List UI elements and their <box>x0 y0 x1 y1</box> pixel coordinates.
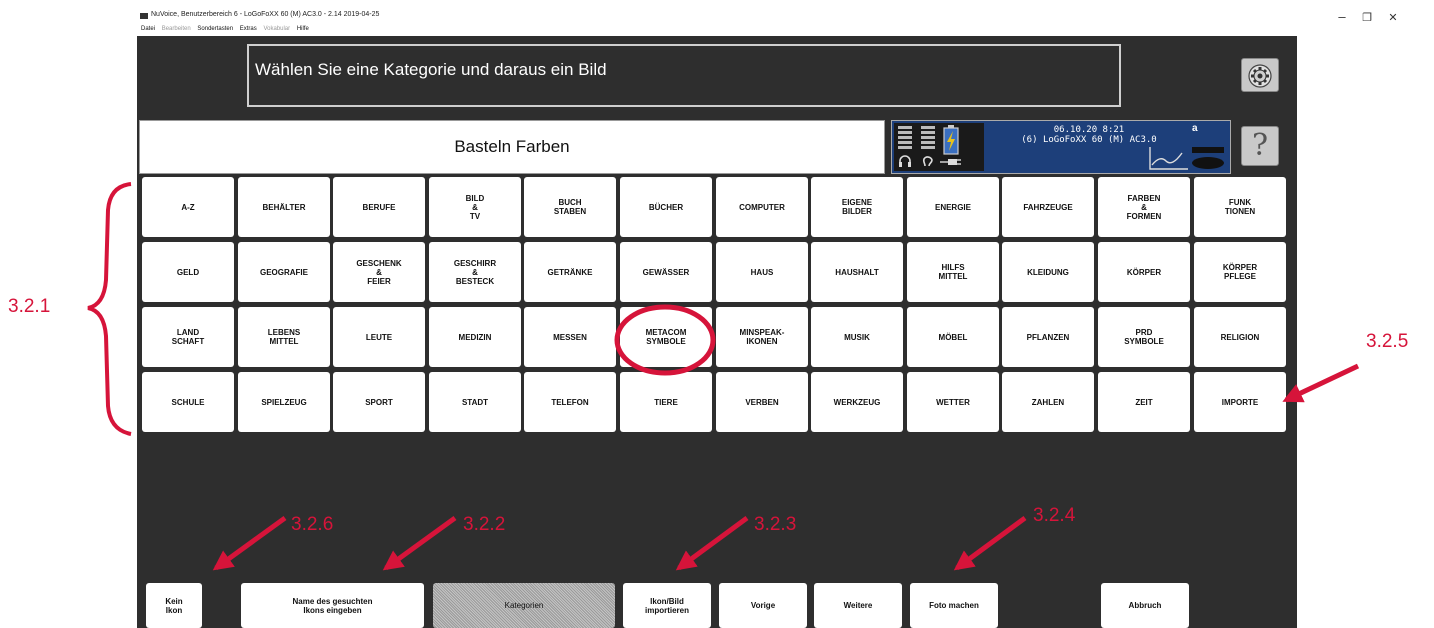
category-tile-bücher[interactable]: BÜCHER <box>620 177 712 237</box>
categories-button[interactable]: Kategorien <box>433 583 615 628</box>
help-button[interactable]: ? <box>1241 126 1279 166</box>
category-tile-schule[interactable]: SCHULE <box>142 372 234 432</box>
power-plug-icon <box>940 159 961 165</box>
category-tile-hilfs-mittel[interactable]: HILFS MITTEL <box>907 242 999 302</box>
status-icons <box>894 123 984 171</box>
category-title: Basteln Farben <box>139 120 885 174</box>
battery-icon <box>943 125 959 155</box>
brace-3-2-1 <box>87 182 132 436</box>
annotation-3-2-6: 3.2.6 <box>291 514 334 535</box>
category-tile-körper[interactable]: KÖRPER <box>1098 242 1190 302</box>
category-tile-spielzeug[interactable]: SPIELZEUG <box>238 372 330 432</box>
take-photo-button[interactable]: Foto machen <box>910 583 998 628</box>
next-button[interactable]: Weitere <box>814 583 902 628</box>
import-icon-button[interactable]: Ikon/Bild importieren <box>623 583 711 628</box>
category-tile-religion[interactable]: RELIGION <box>1194 307 1286 367</box>
category-tile-sport[interactable]: SPORT <box>333 372 425 432</box>
category-tile-berufe[interactable]: BERUFE <box>333 177 425 237</box>
gear-icon <box>1248 64 1272 88</box>
category-tile-musik[interactable]: MUSIK <box>811 307 903 367</box>
category-tile-eigene-bilder[interactable]: EIGENE BILDER <box>811 177 903 237</box>
category-tile-computer[interactable]: COMPUTER <box>716 177 808 237</box>
annotation-3-2-4: 3.2.4 <box>1033 505 1076 526</box>
settings-button[interactable] <box>1241 58 1279 92</box>
category-tile-gewässer[interactable]: GEWÄSSER <box>620 242 712 302</box>
speech-graph-icon <box>1149 147 1224 170</box>
menu-bar: Datei Bearbeiten Sondertasten Extras Vok… <box>141 26 314 32</box>
category-tile-lebens-mittel[interactable]: LEBENS MITTEL <box>238 307 330 367</box>
category-tile-metacom-symbole[interactable]: METACOM SYMBOLE <box>620 307 712 367</box>
category-tile-kleidung[interactable]: KLEIDUNG <box>1002 242 1094 302</box>
category-tile-haushalt[interactable]: HAUSHALT <box>811 242 903 302</box>
status-device: (6) LoGoFoXX 60 (M) AC3.0 <box>1021 135 1157 145</box>
menu-bearbeiten[interactable]: Bearbeiten <box>162 26 191 32</box>
previous-button[interactable]: Vorige <box>719 583 807 628</box>
category-tile-farben-formen[interactable]: FARBEN & FORMEN <box>1098 177 1190 237</box>
volume-bar-speaker <box>921 126 935 151</box>
volume-bar-headphones <box>898 126 912 151</box>
ear-icon <box>922 156 933 167</box>
category-tile-fahrzeuge[interactable]: FAHRZEUGE <box>1002 177 1094 237</box>
category-tile-körper-pflege[interactable]: KÖRPER PFLEGE <box>1194 242 1286 302</box>
menu-datei[interactable]: Datei <box>141 26 155 32</box>
category-tile-getränke[interactable]: GETRÄNKE <box>524 242 616 302</box>
status-datetime: 06.10.20 8:21 <box>1053 125 1125 135</box>
category-tile-wetter[interactable]: WETTER <box>907 372 999 432</box>
category-tile-bild-tv[interactable]: BILD & TV <box>429 177 521 237</box>
category-tile-prd-symbole[interactable]: PRD SYMBOLE <box>1098 307 1190 367</box>
category-tile-telefon[interactable]: TELEFON <box>524 372 616 432</box>
category-tile-medizin[interactable]: MEDIZIN <box>429 307 521 367</box>
category-tile-minspeak-ikonen[interactable]: MINSPEAK- IKONEN <box>716 307 808 367</box>
category-tile-importe[interactable]: IMPORTE <box>1194 372 1286 432</box>
menu-sondertasten[interactable]: Sondertasten <box>197 26 233 32</box>
instruction-text: Wählen Sie eine Kategorie und daraus ein… <box>247 44 1121 107</box>
window-title: NuVoice, Benutzerbereich 6 - LoGoFoXX 60… <box>151 11 380 18</box>
app-icon <box>140 13 148 19</box>
headphones-icon <box>899 155 911 167</box>
no-icon-button[interactable]: Kein Ikon <box>146 583 202 628</box>
annotation-3-2-5: 3.2.5 <box>1366 331 1409 352</box>
category-tile-haus[interactable]: HAUS <box>716 242 808 302</box>
menu-extras[interactable]: Extras <box>240 26 257 32</box>
category-tile-behälter[interactable]: BEHÄLTER <box>238 177 330 237</box>
category-tile-messen[interactable]: MESSEN <box>524 307 616 367</box>
category-tile-buch-staben[interactable]: BUCH STABEN <box>524 177 616 237</box>
window-titlebar: NuVoice, Benutzerbereich 6 - LoGoFoXX 60… <box>0 0 1434 36</box>
category-tile-geografie[interactable]: GEOGRAFIE <box>238 242 330 302</box>
category-tile-verben[interactable]: VERBEN <box>716 372 808 432</box>
menu-hilfe[interactable]: Hilfe <box>297 26 309 32</box>
close-button[interactable]: ✕ <box>1385 11 1401 24</box>
category-tile-leute[interactable]: LEUTE <box>333 307 425 367</box>
category-tile-a-z[interactable]: A-Z <box>142 177 234 237</box>
category-tile-möbel[interactable]: MÖBEL <box>907 307 999 367</box>
menu-vokabular[interactable]: Vokabular <box>263 26 290 32</box>
category-tile-pflanzen[interactable]: PFLANZEN <box>1002 307 1094 367</box>
category-tile-tiere[interactable]: TIERE <box>620 372 712 432</box>
annotation-3-2-1: 3.2.1 <box>8 296 51 317</box>
category-tile-funk-tionen[interactable]: FUNK TIONEN <box>1194 177 1286 237</box>
category-tile-geschenk-feier[interactable]: GESCHENK & FEIER <box>333 242 425 302</box>
annotation-3-2-3: 3.2.3 <box>754 514 797 535</box>
annotation-3-2-2: 3.2.2 <box>463 514 506 535</box>
category-tile-geld[interactable]: GELD <box>142 242 234 302</box>
cancel-button[interactable]: Abbruch <box>1101 583 1189 628</box>
status-panel: 06.10.20 8:21 (6) LoGoFoXX 60 (M) AC3.0 … <box>891 120 1231 174</box>
enter-icon-name-button[interactable]: Name des gesuchten Ikons eingeben <box>241 583 424 628</box>
category-tile-zeit[interactable]: ZEIT <box>1098 372 1190 432</box>
category-tile-land-schaft[interactable]: LAND SCHAFT <box>142 307 234 367</box>
category-tile-werkzeug[interactable]: WERKZEUG <box>811 372 903 432</box>
category-tile-stadt[interactable]: STADT <box>429 372 521 432</box>
mode-letter: a <box>1192 123 1198 134</box>
category-tile-zahlen[interactable]: ZAHLEN <box>1002 372 1094 432</box>
category-tile-energie[interactable]: ENERGIE <box>907 177 999 237</box>
maximize-button[interactable]: ❐ <box>1359 11 1375 24</box>
category-tile-geschirr-besteck[interactable]: GESCHIRR & BESTECK <box>429 242 521 302</box>
app-area: Wählen Sie eine Kategorie und daraus ein… <box>137 36 1297 628</box>
minimize-button[interactable]: – <box>1334 9 1350 24</box>
